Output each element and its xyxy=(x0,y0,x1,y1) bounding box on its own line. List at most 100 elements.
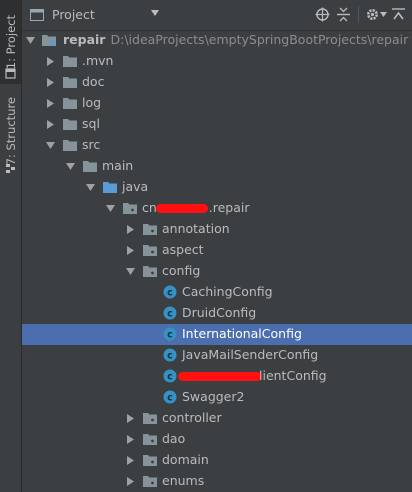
tree-item-domain[interactable]: domain xyxy=(22,450,412,471)
package-icon xyxy=(143,455,157,466)
tree-item-label: config xyxy=(162,263,201,278)
tree-item-log[interactable]: log xyxy=(22,93,412,114)
view-dropdown-icon[interactable] xyxy=(150,9,160,17)
class-icon: c xyxy=(163,369,177,383)
package-icon xyxy=(143,434,157,445)
chevron-down-icon[interactable] xyxy=(26,36,35,45)
tree-item-label: main xyxy=(102,158,134,173)
tree-item-label: CachingConfig xyxy=(182,284,273,299)
svg-text:c: c xyxy=(167,393,173,404)
tree-item-repair[interactable]: repair D:\ideaProjects\emptySpringBootPro… xyxy=(22,30,412,51)
chevron-down-icon[interactable] xyxy=(86,183,95,192)
chevron-right-icon[interactable] xyxy=(126,477,135,486)
chevron-right-icon[interactable] xyxy=(126,456,135,465)
tree-item-doc[interactable]: doc xyxy=(22,72,412,93)
tree-item-src[interactable]: src xyxy=(22,135,412,156)
svg-text:c: c xyxy=(167,309,173,320)
project-tree: repair D:\ideaProjects\emptySpringBootPro… xyxy=(22,30,412,492)
collapse-all-icon[interactable] xyxy=(336,7,351,22)
project-panel-header: Project xyxy=(22,0,412,31)
tree-item-caching-config[interactable]: c CachingConfig xyxy=(22,282,412,303)
tree-item-international-config[interactable]: c InternationalConfig xyxy=(22,324,412,345)
tree-item-client-config[interactable]: c lientConfig xyxy=(22,366,412,387)
package-icon xyxy=(143,413,157,424)
project-tab-icon xyxy=(5,68,16,79)
redaction-scribble xyxy=(178,372,262,381)
folder-icon xyxy=(63,56,77,67)
panel-title[interactable]: Project xyxy=(52,7,95,22)
chevron-right-icon[interactable] xyxy=(126,414,135,423)
project-path: D:\ideaProjects\emptySpringBootProjects\… xyxy=(110,32,409,47)
tree-item-enums[interactable]: enums xyxy=(22,471,412,492)
chevron-right-icon[interactable] xyxy=(46,78,55,87)
tree-item-label: dao xyxy=(162,431,186,446)
svg-text:c: c xyxy=(167,288,173,299)
svg-text:c: c xyxy=(167,372,173,383)
tree-item-label: JavaMailSenderConfig xyxy=(182,347,319,362)
chevron-down-icon[interactable] xyxy=(66,162,75,171)
tree-item-label: src xyxy=(82,137,101,152)
svg-text:c: c xyxy=(167,330,173,341)
tree-item-sql[interactable]: sql xyxy=(22,114,412,135)
svg-text:c: c xyxy=(167,351,173,362)
tree-item-config[interactable]: config xyxy=(22,261,412,282)
chevron-right-icon[interactable] xyxy=(46,57,55,66)
folder-icon xyxy=(63,119,77,130)
hide-panel-icon[interactable] xyxy=(391,7,406,22)
structure-tool-button[interactable]: 7: Structure xyxy=(0,96,21,166)
tool-window-strip: 1: Project 7: Structure xyxy=(0,0,22,492)
tree-item-mvn[interactable]: .mvn xyxy=(22,51,412,72)
project-view-icon xyxy=(30,9,44,21)
tree-item-label: Swagger2 xyxy=(182,389,245,404)
tree-item-label: InternationalConfig xyxy=(182,326,302,341)
gear-dropdown-icon[interactable] xyxy=(380,12,387,17)
package-icon xyxy=(123,203,137,214)
chevron-right-icon[interactable] xyxy=(46,120,55,129)
chevron-right-icon[interactable] xyxy=(126,435,135,444)
source-folder-icon xyxy=(103,182,117,193)
package-icon xyxy=(143,266,157,277)
chevron-down-icon[interactable] xyxy=(46,141,55,150)
tree-item-swagger2[interactable]: c Swagger2 xyxy=(22,387,412,408)
tree-item-label: log xyxy=(82,95,102,110)
tree-item-label: repair xyxy=(63,32,106,47)
header-divider xyxy=(358,6,359,23)
package-icon xyxy=(143,245,157,256)
tree-item-main[interactable]: main xyxy=(22,156,412,177)
target-icon[interactable] xyxy=(315,7,330,22)
tree-item-java-mail-sender-config[interactable]: c JavaMailSenderConfig xyxy=(22,345,412,366)
project-tab-label: 1: Project xyxy=(3,14,18,70)
module-folder-icon xyxy=(42,35,56,46)
tree-item-label: annotation xyxy=(162,221,230,236)
tree-item-label: java xyxy=(122,179,149,194)
folder-icon xyxy=(63,98,77,109)
chevron-right-icon[interactable] xyxy=(126,246,135,255)
tree-item-label: controller xyxy=(162,410,222,425)
class-icon: c xyxy=(163,348,177,362)
tree-item-label: domain xyxy=(162,452,209,467)
tree-item-label: lientConfig xyxy=(259,368,327,383)
chevron-down-icon[interactable] xyxy=(106,204,115,213)
redaction-scribble xyxy=(156,204,208,213)
tree-item-label: .mvn xyxy=(82,53,114,68)
tree-item-dao[interactable]: dao xyxy=(22,429,412,450)
tree-item-label: aspect xyxy=(162,242,204,257)
gear-icon[interactable] xyxy=(365,7,380,22)
chevron-right-icon[interactable] xyxy=(46,99,55,108)
tree-item-label: enums xyxy=(162,473,205,488)
structure-tab-label: 7: Structure xyxy=(3,96,18,166)
folder-icon xyxy=(63,77,77,88)
tree-item-druid-config[interactable]: c DruidConfig xyxy=(22,303,412,324)
tree-item-controller[interactable]: controller xyxy=(22,408,412,429)
tree-item-java[interactable]: java xyxy=(22,177,412,198)
tree-item-base-package[interactable]: cn. .repair xyxy=(22,198,412,219)
chevron-right-icon[interactable] xyxy=(126,225,135,234)
tree-item-annotation[interactable]: annotation xyxy=(22,219,412,240)
folder-icon xyxy=(63,140,77,151)
tree-item-aspect[interactable]: aspect xyxy=(22,240,412,261)
class-icon: c xyxy=(163,390,177,404)
tree-item-label: sql xyxy=(82,116,100,131)
class-icon: c xyxy=(163,327,177,341)
chevron-down-icon[interactable] xyxy=(126,267,135,276)
tree-item-label: DruidConfig xyxy=(182,305,257,320)
